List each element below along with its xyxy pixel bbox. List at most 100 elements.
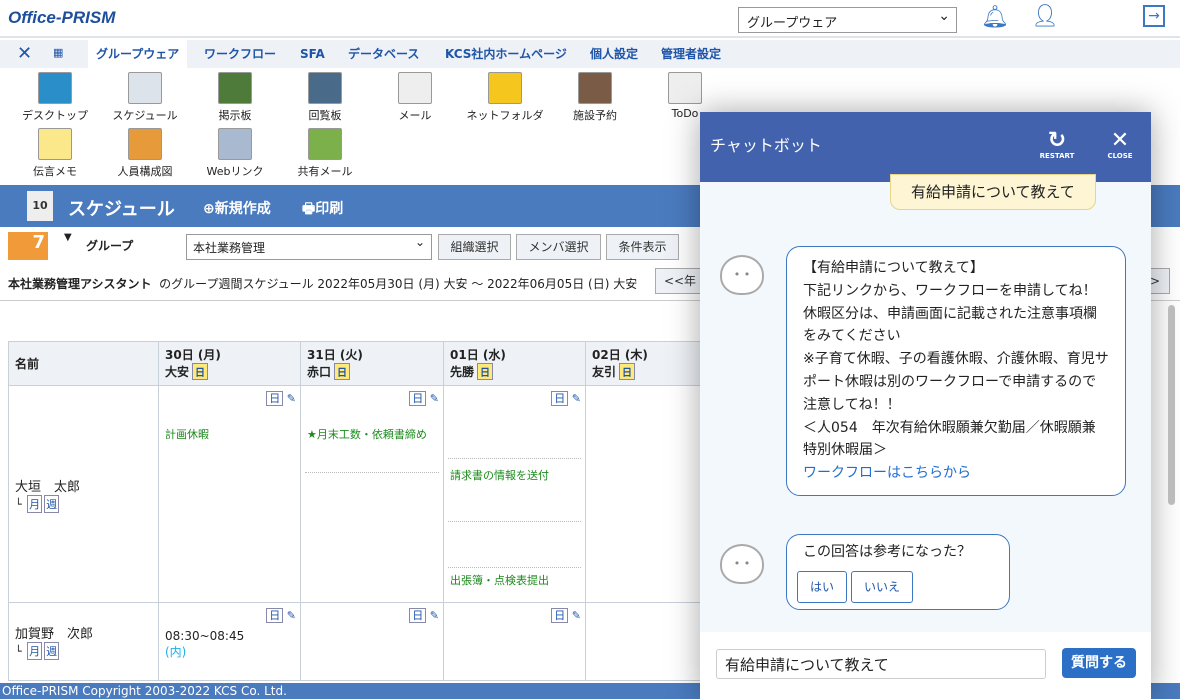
day-view-icon[interactable]: 日 — [266, 608, 284, 623]
app-icon[interactable]: ネットフォルダ — [460, 72, 550, 123]
member-name[interactable]: 大垣 太郎 — [15, 476, 152, 495]
day-edit-icons[interactable]: 日 ✎ — [551, 607, 581, 623]
bell-icon[interactable]: 🔔︎ — [981, 5, 1009, 30]
condition-button[interactable]: 条件表示 — [606, 234, 679, 260]
app-label: ネットフォルダ — [466, 109, 544, 122]
org-select-button[interactable]: 組織選択 — [438, 234, 511, 260]
day-cell[interactable]: 日 ✎ ★月末工数・依頼書締め — [300, 385, 444, 603]
app-9-icon — [128, 128, 162, 160]
close-icon[interactable]: ✕ — [17, 43, 32, 64]
logout-icon[interactable]: → — [1143, 5, 1165, 27]
scrollbar[interactable] — [1168, 305, 1175, 505]
app-11-icon — [308, 128, 342, 160]
app-icon[interactable]: 伝言メモ — [10, 128, 100, 179]
event-time[interactable]: 08:30~08:45 — [159, 623, 300, 643]
new-button[interactable]: ⊕新規作成 — [203, 198, 271, 218]
group-icon: 7 — [8, 232, 48, 260]
print-button[interactable]: 🖶印刷 — [302, 198, 343, 222]
tab-admin-settings[interactable]: 管理者設定 — [653, 40, 729, 68]
tab-kcs-home[interactable]: KCS社内ホームページ — [437, 40, 575, 68]
tab-groupware[interactable]: グループウェア — [88, 40, 188, 68]
bot-line: 休暇区分は、申請画面に記載された注意事項欄をみてください — [803, 305, 1097, 345]
event[interactable]: 計画休暇 — [159, 422, 300, 446]
day-view-icon[interactable]: 日 — [266, 391, 284, 406]
tab-personal-settings[interactable]: 個人設定 — [582, 40, 646, 68]
day-edit-icons[interactable]: 日 ✎ — [551, 390, 581, 406]
sitemap-icon[interactable]: ▦ — [53, 46, 63, 59]
app-icon[interactable]: 共有メール — [280, 128, 370, 179]
day-view-icon[interactable]: 日 — [551, 391, 569, 406]
member-select-button[interactable]: メンバ選択 — [516, 234, 601, 260]
day-edit-icons[interactable]: 日 ✎ — [266, 607, 296, 623]
user-icon[interactable]: 👤︎ — [1031, 4, 1059, 29]
member-cell: 大垣 太郎 └ 月週 — [8, 385, 159, 603]
day-cell[interactable]: 日 ✎ — [300, 602, 444, 681]
send-button[interactable]: 質問する — [1062, 648, 1136, 678]
app-icon[interactable]: スケジュール — [100, 72, 190, 123]
workflow-link[interactable]: ワークフローはこちらから — [803, 462, 1109, 485]
rokuyo: 大安 — [165, 365, 190, 379]
logo[interactable]: Office-PRISM — [8, 8, 115, 28]
day-view-icon[interactable]: 日 — [551, 608, 569, 623]
rokuyo: 友引 — [592, 365, 617, 379]
day-cell[interactable]: 日 ✎ — [443, 602, 586, 681]
event[interactable]: 請求書の情報を送付 — [444, 459, 585, 521]
week-link[interactable]: 週 — [44, 494, 60, 513]
app-select[interactable]: グループウェア — [738, 7, 957, 33]
day-icon[interactable]: 日 — [192, 363, 209, 380]
day-icon[interactable]: 日 — [619, 363, 636, 380]
top-bar: Office-PRISM グループウェア 🔔︎ 👤︎ → — [0, 0, 1180, 38]
day-edit-icons[interactable]: 日 ✎ — [266, 390, 296, 406]
chatbot-window: チャットボット ↻ RESTART ✕ CLOSE 有給申請について教えて • • … — [700, 112, 1151, 699]
group-select[interactable]: 本社業務管理 — [186, 234, 432, 260]
week-link[interactable]: 週 — [44, 642, 60, 660]
app-0-icon — [38, 72, 72, 104]
app-icon[interactable]: 掲示板 — [190, 72, 280, 123]
event[interactable]: ★月末工数・依頼書締め — [301, 422, 443, 472]
feedback-message: この回答は参考になった？ はい いいえ — [786, 534, 1010, 610]
day-cell[interactable]: 日 ✎ 請求書の情報を送付出張簿・点検表提出 — [443, 385, 586, 603]
day-edit-icons[interactable]: 日 ✎ — [409, 607, 439, 623]
tab-database[interactable]: データベース — [340, 40, 427, 68]
no-button[interactable]: いいえ — [851, 571, 914, 603]
app-icon[interactable]: 施設予約 — [550, 72, 640, 123]
page-title: スケジュール — [68, 199, 175, 220]
rokuyo: 先勝 — [450, 365, 475, 379]
day-cell[interactable]: 日 ✎ 08:30~08:45 (内) — [158, 602, 301, 681]
app-label: 回覧板 — [308, 109, 342, 122]
app-7-icon — [668, 72, 702, 104]
tab-sfa[interactable]: SFA — [292, 40, 333, 68]
day-icon[interactable]: 日 — [477, 363, 494, 380]
user-message: 有給申請について教えて — [890, 174, 1096, 210]
day-header[interactable]: 31日 (火) 赤口日 — [300, 341, 444, 386]
day-date: 31日 (火) — [307, 348, 363, 362]
dropdown-caret-icon[interactable]: ▼ — [64, 232, 72, 243]
day-icon[interactable]: 日 — [334, 363, 351, 380]
chat-input[interactable]: 有給申請について教えて — [716, 649, 1046, 679]
day-header[interactable]: 30日 (月) 大安日 — [158, 341, 301, 386]
event[interactable]: 出張簿・点検表提出 — [444, 568, 585, 592]
close-button[interactable]: ✕ CLOSE — [1100, 130, 1140, 161]
member-name[interactable]: 加賀野 次郎 — [15, 623, 152, 642]
prev-year-button[interactable]: <<年 — [655, 268, 705, 294]
app-icon[interactable]: Webリンク — [190, 128, 280, 179]
tab-workflow[interactable]: ワークフロー — [196, 40, 284, 68]
app-icon[interactable]: メール — [370, 72, 460, 123]
app-icon[interactable]: デスクトップ — [10, 72, 100, 123]
day-edit-icons[interactable]: 日 ✎ — [409, 390, 439, 406]
day-cell[interactable]: 日 ✎ 計画休暇 — [158, 385, 301, 603]
month-link[interactable]: 月 — [27, 642, 43, 660]
app-1-icon — [128, 72, 162, 104]
app-3-icon — [308, 72, 342, 104]
chatbot-header: チャットボット ↻ RESTART ✕ CLOSE — [700, 112, 1151, 182]
day-header[interactable]: 01日 (水) 先勝日 — [443, 341, 586, 386]
app-icon[interactable]: 回覧板 — [280, 72, 370, 123]
yes-button[interactable]: はい — [797, 571, 848, 603]
day-view-icon[interactable]: 日 — [409, 608, 427, 623]
app-icon[interactable]: 人員構成図 — [100, 128, 190, 179]
restart-button[interactable]: ↻ RESTART — [1037, 130, 1077, 161]
bot-line: 下記リンクから、ワークフローを申請してね！ — [803, 282, 1097, 299]
app-2-icon — [218, 72, 252, 104]
day-view-icon[interactable]: 日 — [409, 391, 427, 406]
month-link[interactable]: 月 — [27, 494, 43, 513]
